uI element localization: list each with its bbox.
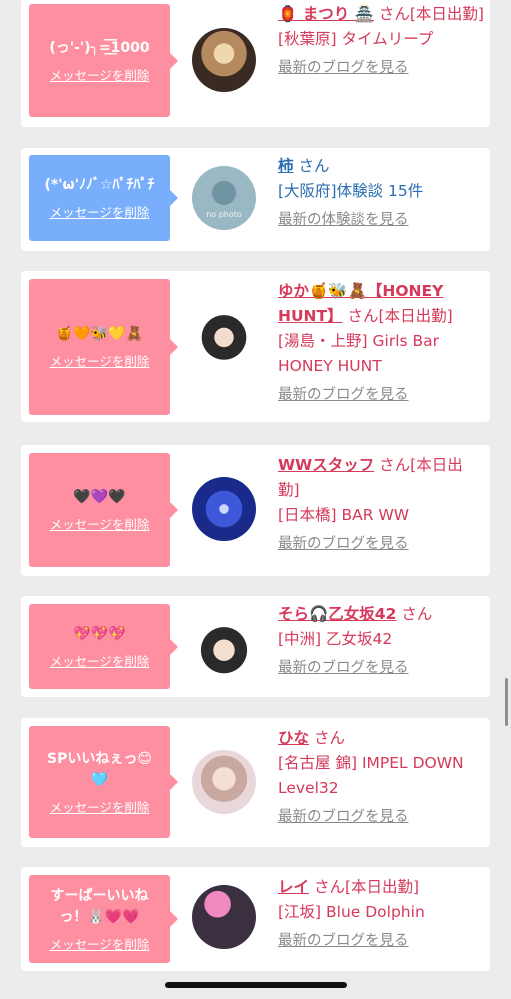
delete-message-link[interactable]: メッセージを削除 xyxy=(50,65,150,84)
user-name-link[interactable]: 🏮 まつり 🏯 xyxy=(278,5,374,23)
blog-link[interactable]: 最新のブログを見る xyxy=(278,656,484,681)
message-bubble: 💖💖💖 メッセージを削除 xyxy=(29,604,178,689)
experience-link[interactable]: 最新の体験談を見る xyxy=(278,208,484,233)
delete-message-link[interactable]: メッセージを削除 xyxy=(50,202,150,221)
shop-name: [日本橋] BAR WW xyxy=(278,506,410,524)
message-card: 🍯🧡🐝💛🧸 メッセージを削除 ゆか🍯🐝🧸【HONEY HUNT】 さん[本日出勤… xyxy=(21,271,490,422)
shop-name: [江坂] Blue Dolphin xyxy=(278,903,425,921)
user-suffix: さん xyxy=(313,729,345,747)
user-suffix: さん[本日出勤] xyxy=(378,5,484,23)
shop-name: [名古屋 錦] IMPEL DOWN Level32 xyxy=(278,754,464,797)
user-info: WWスタッフ さん[本日出勤] [日本橋] BAR WW 最新のブログを見る xyxy=(278,453,484,557)
message-text: (*'ω'ﾉﾉﾞ☆ﾊﾟﾁﾊﾟﾁ xyxy=(44,177,155,193)
message-bubble: (っ'-')╮=͟͟͞͞1000 メッセージを削除 xyxy=(29,4,178,117)
message-card: (*'ω'ﾉﾉﾞ☆ﾊﾟﾁﾊﾟﾁ メッセージを削除 no photo 柿 さん [… xyxy=(21,148,490,251)
user-name-link[interactable]: ひな xyxy=(278,729,309,747)
message-bubble: すーぱーいいね っ！🐰💗💗 メッセージを削除 xyxy=(29,875,178,963)
user-suffix: さん xyxy=(401,605,433,623)
message-text: 🍯🧡🐝💛🧸 xyxy=(55,326,144,342)
blog-link[interactable]: 最新のブログを見る xyxy=(278,805,484,830)
avatar[interactable] xyxy=(192,750,256,814)
message-card: 💖💖💖 メッセージを削除 そら🎧乙女坂42 さん [中洲] 乙女坂42 最新のブ… xyxy=(21,596,490,697)
blog-link[interactable]: 最新のブログを見る xyxy=(278,929,484,954)
message-text: すーぱーいいね っ！🐰💗💗 xyxy=(50,887,149,925)
delete-message-link[interactable]: メッセージを削除 xyxy=(50,351,150,370)
avatar[interactable] xyxy=(192,315,256,379)
user-suffix: さん[本日出勤] xyxy=(347,307,453,325)
avatar[interactable]: no photo xyxy=(192,166,256,230)
message-card: SPいいねぇっ😊 🩵 メッセージを削除 ひな さん [名古屋 錦] IMPEL … xyxy=(21,718,490,847)
shop-name: [中洲] 乙女坂42 xyxy=(278,630,393,648)
scrollbar[interactable] xyxy=(505,678,508,726)
blog-link[interactable]: 最新のブログを見る xyxy=(278,56,484,81)
message-card: 🖤💜🖤 メッセージを削除 WWスタッフ さん[本日出勤] [日本橋] BAR W… xyxy=(21,445,490,576)
user-name-link[interactable]: レイ xyxy=(278,878,309,896)
message-text: (っ'-')╮=͟͟͞͞1000 xyxy=(49,39,150,56)
user-info: 柿 さん [大阪府]体験談 15件 最新の体験談を見る xyxy=(278,154,484,233)
avatar[interactable] xyxy=(192,477,256,541)
user-info: ゆか🍯🐝🧸【HONEY HUNT】 さん[本日出勤] [湯島・上野] Girls… xyxy=(278,279,484,408)
message-bubble: 🖤💜🖤 メッセージを削除 xyxy=(29,453,178,567)
delete-message-link[interactable]: メッセージを削除 xyxy=(50,651,150,670)
message-text: 💖💖💖 xyxy=(73,625,126,642)
user-info: そら🎧乙女坂42 さん [中洲] 乙女坂42 最新のブログを見る xyxy=(278,602,484,681)
message-bubble: 🍯🧡🐝💛🧸 メッセージを削除 xyxy=(29,279,178,415)
message-card: (っ'-')╮=͟͟͞͞1000 メッセージを削除 🏮 まつり 🏯 さん[本日出… xyxy=(21,0,490,127)
message-text: 🖤💜🖤 xyxy=(73,489,126,505)
user-info: レイ さん[本日出勤] [江坂] Blue Dolphin 最新のブログを見る xyxy=(278,875,484,954)
user-name-link[interactable]: 柿 xyxy=(278,157,294,175)
message-bubble: SPいいねぇっ😊 🩵 メッセージを削除 xyxy=(29,726,178,838)
user-suffix: さん xyxy=(298,157,330,175)
avatar[interactable] xyxy=(192,885,256,949)
blog-link[interactable]: 最新のブログを見る xyxy=(278,383,484,408)
shop-name: [湯島・上野] Girls Bar HONEY HUNT xyxy=(278,332,440,375)
user-name-link[interactable]: そら🎧乙女坂42 xyxy=(278,605,396,623)
delete-message-link[interactable]: メッセージを削除 xyxy=(50,514,150,533)
delete-message-link[interactable]: メッセージを削除 xyxy=(50,934,150,953)
shop-name: [大阪府]体験談 15件 xyxy=(278,182,424,200)
user-info: ひな さん [名古屋 錦] IMPEL DOWN Level32 最新のブログを… xyxy=(278,726,484,830)
message-text: SPいいねぇっ😊 🩵 xyxy=(47,750,152,788)
user-name-link[interactable]: WWスタッフ xyxy=(278,456,374,474)
avatar[interactable] xyxy=(192,28,256,92)
delete-message-link[interactable]: メッセージを削除 xyxy=(50,797,150,816)
user-suffix: さん[本日出勤] xyxy=(313,878,420,896)
shop-name: [秋葉原] タイムリープ xyxy=(278,30,434,48)
blog-link[interactable]: 最新のブログを見る xyxy=(278,532,484,557)
home-indicator[interactable] xyxy=(165,982,347,988)
message-bubble: (*'ω'ﾉﾉﾞ☆ﾊﾟﾁﾊﾟﾁ メッセージを削除 xyxy=(29,155,178,241)
avatar[interactable] xyxy=(192,615,256,679)
no-photo-label: no photo xyxy=(206,210,242,219)
message-card: すーぱーいいね っ！🐰💗💗 メッセージを削除 レイ さん[本日出勤] [江坂] … xyxy=(21,867,490,971)
user-info: 🏮 まつり 🏯 さん[本日出勤] [秋葉原] タイムリープ 最新のブログを見る xyxy=(278,2,484,81)
